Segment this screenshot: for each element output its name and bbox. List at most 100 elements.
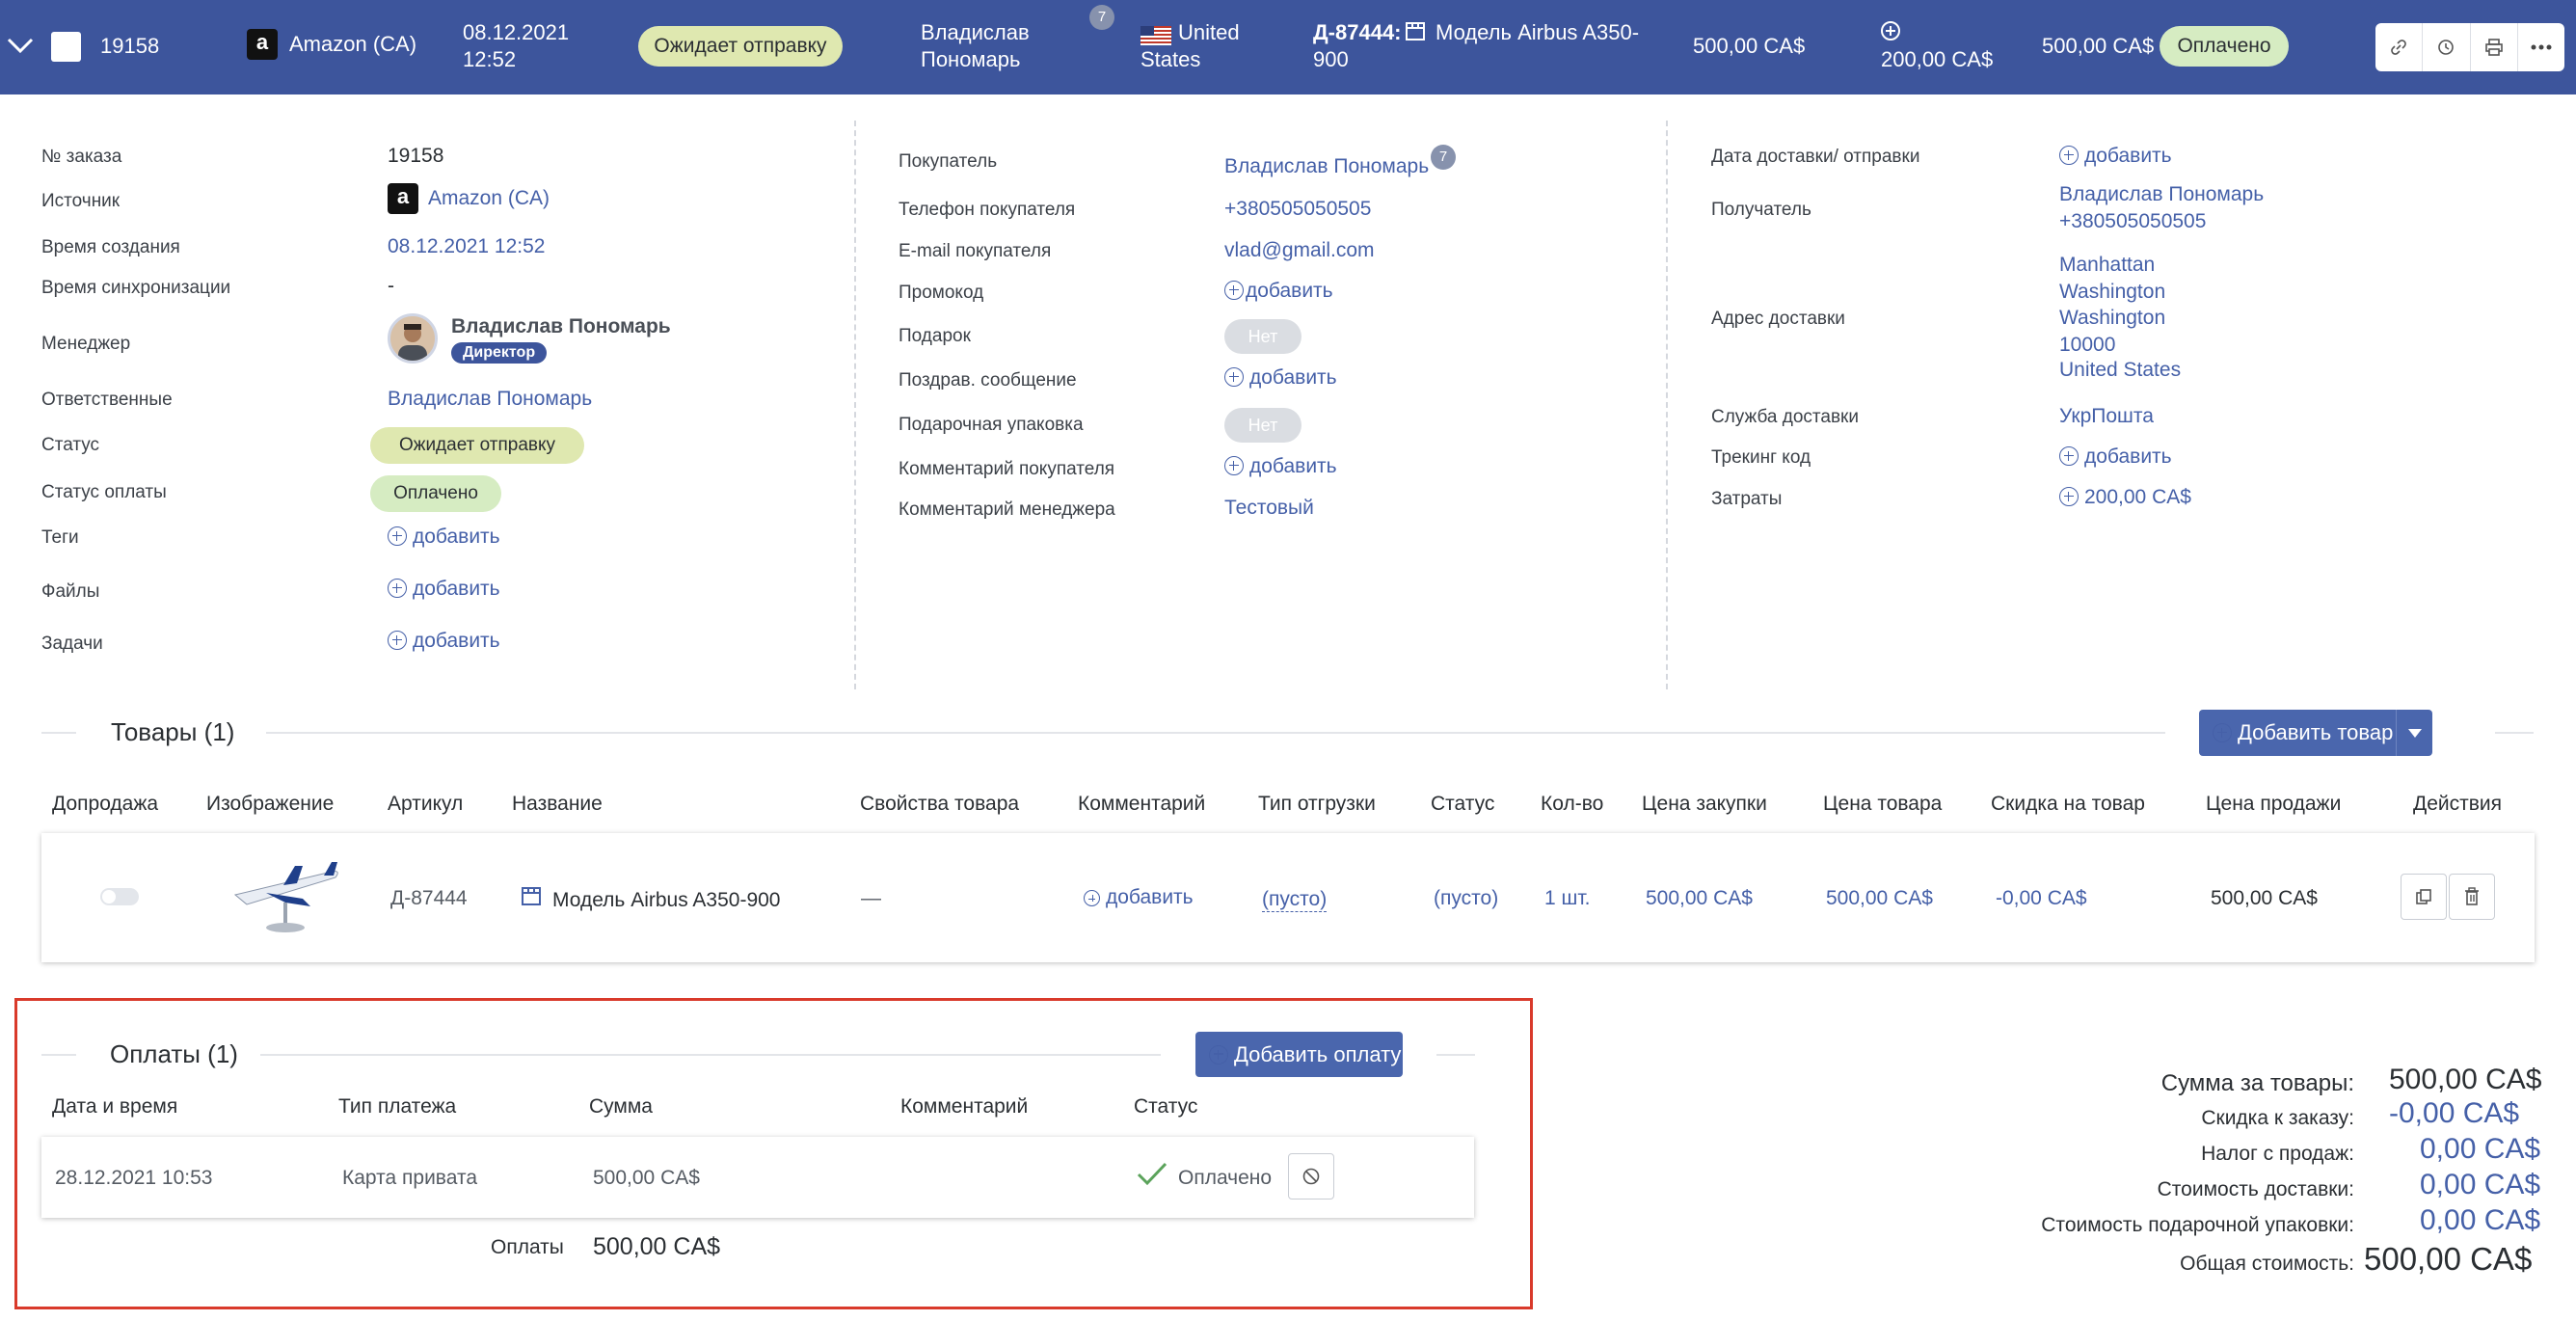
address-line[interactable]: 10000 xyxy=(2059,334,2115,357)
checkmark-icon xyxy=(1137,1162,1167,1186)
link-button[interactable] xyxy=(2375,23,2424,71)
manager-name[interactable]: Владислав Пономарь xyxy=(451,315,671,338)
header-total: 500,00 CA$ xyxy=(2042,34,2155,58)
plus-circle-icon xyxy=(2213,723,2232,742)
add-task-label: добавить xyxy=(413,630,500,652)
plus-circle-icon xyxy=(2059,446,2079,466)
caret-down-icon xyxy=(2407,728,2422,738)
plus-circle-icon xyxy=(1881,21,1900,40)
recipient-phone[interactable]: +380505050505 xyxy=(2059,210,2206,233)
address-line[interactable]: United States xyxy=(2059,359,2181,382)
payment-col-header: Статус xyxy=(1134,1095,1198,1118)
payment-col-header: Тип платежа xyxy=(338,1095,457,1118)
address-line[interactable]: Manhattan xyxy=(2059,254,2155,277)
header-buyer-last[interactable]: Пономарь xyxy=(921,46,1021,73)
print-button[interactable] xyxy=(2471,23,2518,71)
header-expenses: 200,00 CA$ xyxy=(1881,47,1994,71)
source-label: Источник xyxy=(41,191,121,211)
add-tag-label: добавить xyxy=(413,526,500,548)
add-greeting-link[interactable]: добавить xyxy=(1224,366,1337,390)
header-status-badge[interactable]: Ожидает отправку xyxy=(638,26,843,67)
product-status[interactable]: (пусто) xyxy=(1434,887,1498,910)
add-tracking-link[interactable]: добавить xyxy=(2059,445,2172,469)
add-product-button[interactable]: Добавить товар xyxy=(2199,710,2432,756)
sales-tax-value[interactable]: 0,00 CA$ xyxy=(2420,1133,2540,1166)
plus-circle-icon xyxy=(1209,1044,1228,1065)
ship-type-select[interactable]: (пусто) xyxy=(1262,888,1328,912)
plus-circle-icon xyxy=(388,631,407,650)
header-product-name-l1[interactable]: Модель Airbus A350- xyxy=(1436,19,1639,46)
gift-wrap-toggle[interactable]: Нет xyxy=(1224,408,1301,443)
responsible-value[interactable]: Владислав Пономарь xyxy=(388,388,592,411)
col-header: Действия xyxy=(2413,793,2503,815)
chevron-down-icon[interactable] xyxy=(6,35,35,56)
phone-label: Телефон покупателя xyxy=(899,200,1076,220)
section-divider xyxy=(41,1054,76,1056)
add-buyer-comment-link[interactable]: добавить xyxy=(1224,455,1337,478)
sync-value: - xyxy=(388,275,394,297)
product-name[interactable]: Модель Airbus A350-900 xyxy=(552,889,781,912)
add-payment-button[interactable]: Добавить оплату xyxy=(1195,1032,1403,1077)
add-product-comment-link[interactable]: добавить xyxy=(1084,886,1194,909)
plus-circle-icon xyxy=(388,526,407,546)
purchase-price[interactable]: 500,00 CA$ xyxy=(1646,887,1753,910)
header-payment-badge[interactable]: Оплачено xyxy=(2160,26,2289,67)
delivery-service-label: Служба доставки xyxy=(1711,407,1859,427)
manager-comment-value[interactable]: Тестовый xyxy=(1224,497,1314,520)
history-button[interactable] xyxy=(2423,23,2471,71)
col-header: Комментарий xyxy=(1078,793,1206,815)
item-price[interactable]: 500,00 CA$ xyxy=(1826,887,1933,910)
add-product-dropdown[interactable] xyxy=(2396,710,2432,756)
delivery-service-value[interactable]: УкрПошта xyxy=(2059,405,2154,428)
header-product-code: Д-87444: xyxy=(1313,20,1402,44)
more-button[interactable] xyxy=(2518,23,2564,71)
select-order-checkbox[interactable] xyxy=(51,32,81,62)
item-discount[interactable]: -0,00 CA$ xyxy=(1996,887,2087,910)
add-delivery-date-link[interactable]: добавить xyxy=(2059,145,2172,168)
upsell-toggle[interactable] xyxy=(100,888,139,905)
total-value: 500,00 CA$ xyxy=(2364,1241,2533,1277)
add-tag-link[interactable]: добавить xyxy=(388,526,500,549)
add-file-link[interactable]: добавить xyxy=(388,578,500,601)
header-source-label: Amazon (CA) xyxy=(289,32,417,56)
header-time: 12:52 xyxy=(463,47,517,71)
product-image[interactable] xyxy=(228,860,343,937)
address-line[interactable]: Washington xyxy=(2059,307,2165,330)
order-header-bar[interactable]: 19158 a Amazon (CA) 08.12.2021 12:52 Ожи… xyxy=(0,0,2576,94)
section-divider xyxy=(260,1054,1161,1056)
add-delivery-date-label: добавить xyxy=(2084,145,2172,167)
payment-status-badge[interactable]: Оплачено xyxy=(370,475,501,512)
gift-wrap-cost-label: Стоимость подарочной упаковки: xyxy=(2041,1214,2354,1236)
gift-wrap-cost-value[interactable]: 0,00 CA$ xyxy=(2420,1204,2540,1237)
cancel-payment-button[interactable] xyxy=(1288,1153,1334,1200)
sync-label: Время синхронизации xyxy=(41,278,231,298)
gift-label: Подарок xyxy=(899,326,971,346)
copy-product-button[interactable] xyxy=(2401,874,2447,920)
email-value[interactable]: vlad@gmail.com xyxy=(1224,239,1375,262)
buyer-value[interactable]: Владислав Пономарь xyxy=(1224,155,1429,178)
add-promo-link[interactable]: добавить xyxy=(1224,280,1333,303)
us-flag-icon xyxy=(1140,26,1171,45)
address-line[interactable]: Washington xyxy=(2059,281,2165,304)
add-greeting-label: добавить xyxy=(1249,366,1337,389)
header-product-name-l2[interactable]: 900 xyxy=(1313,46,1349,73)
costs-value[interactable]: 200,00 CA$ xyxy=(2059,486,2191,509)
source-value[interactable]: a Amazon (CA) xyxy=(388,183,550,214)
manager-comment-label: Комментарий менеджера xyxy=(899,499,1115,520)
status-badge[interactable]: Ожидает отправку xyxy=(370,427,584,464)
col-header: Свойства товара xyxy=(860,793,1020,815)
phone-value[interactable]: +380505050505 xyxy=(1224,198,1371,221)
header-price: 500,00 CA$ xyxy=(1693,34,1806,58)
add-buyer-comment-label: добавить xyxy=(1249,455,1337,477)
header-buyer-first[interactable]: Владислав xyxy=(921,19,1030,46)
product-qty[interactable]: 1 шт. xyxy=(1544,887,1591,910)
gift-toggle[interactable]: Нет xyxy=(1224,319,1301,354)
created-label: Время создания xyxy=(41,237,180,257)
delete-product-button[interactable] xyxy=(2449,874,2495,920)
add-task-link[interactable]: добавить xyxy=(388,630,500,653)
recipient-name[interactable]: Владислав Пономарь xyxy=(2059,183,2264,206)
order-discount-value[interactable]: -0,00 CA$ xyxy=(2389,1097,2519,1130)
created-value[interactable]: 08.12.2021 12:52 xyxy=(388,235,546,258)
printer-icon xyxy=(2484,39,2503,56)
delivery-cost-value[interactable]: 0,00 CA$ xyxy=(2420,1169,2540,1201)
